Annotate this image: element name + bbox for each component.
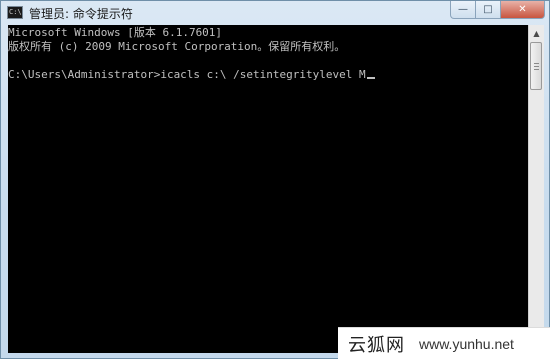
maximize-button[interactable]: □ xyxy=(476,1,501,19)
text-cursor xyxy=(366,77,375,79)
caption-buttons: — □ ✕ xyxy=(450,1,545,21)
command-prompt-line[interactable]: C:\Users\Administrator>icacls c:\ /setin… xyxy=(8,68,375,82)
title-bar[interactable]: C:\ 管理员: 命令提示符 — □ ✕ xyxy=(1,1,549,25)
cmd-window: C:\ 管理员: 命令提示符 — □ ✕ Microsoft Windows [… xyxy=(0,0,550,359)
console-app-icon[interactable]: C:\ xyxy=(7,6,23,19)
watermark-logo: 云狐网 xyxy=(348,335,405,356)
watermark: 云狐网 www.yunhu.net xyxy=(338,327,550,360)
window-title: 管理员: 命令提示符 xyxy=(29,7,133,21)
close-button[interactable]: ✕ xyxy=(501,1,545,19)
scroll-up-arrow-icon[interactable]: ▲ xyxy=(529,25,544,41)
console-output[interactable]: Microsoft Windows [版本 6.1.7601] 版权所有 (c)… xyxy=(8,25,528,353)
scrollbar-thumb[interactable] xyxy=(530,42,542,90)
console-line: 版权所有 (c) 2009 Microsoft Corporation。保留所有… xyxy=(8,40,346,53)
grip-line xyxy=(534,69,539,70)
console-line: Microsoft Windows [版本 6.1.7601] xyxy=(8,26,223,39)
minimize-button[interactable]: — xyxy=(450,1,476,19)
grip-line xyxy=(534,63,539,64)
watermark-url: www.yunhu.net xyxy=(419,336,514,352)
vertical-scrollbar[interactable]: ▲ ▼ xyxy=(528,25,544,353)
grip-line xyxy=(534,66,539,67)
command-text: C:\Users\Administrator>icacls c:\ /setin… xyxy=(8,68,366,81)
